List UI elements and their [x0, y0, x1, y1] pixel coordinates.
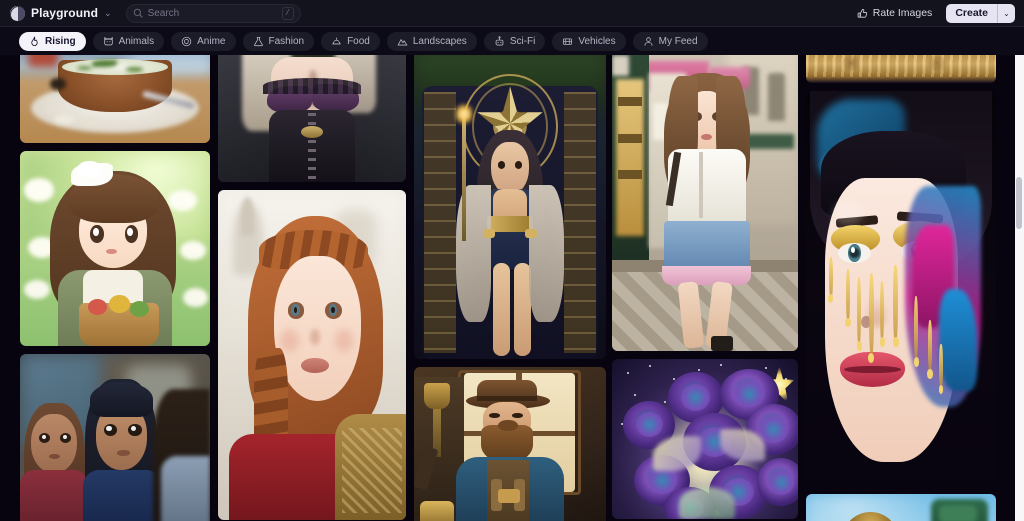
dress-icon — [253, 36, 263, 46]
playground-logo-icon — [10, 5, 25, 21]
steampunk-man-image[interactable] — [414, 367, 606, 521]
tab-vehicles[interactable]: Vehicles — [552, 31, 626, 51]
scrollbar-thumb[interactable] — [1016, 177, 1022, 229]
tab-label: Food — [347, 35, 370, 47]
thumbs-up-icon — [857, 8, 867, 18]
sorceress-staff-image[interactable] — [414, 55, 606, 359]
mountain-icon — [397, 38, 408, 45]
person-icon — [644, 36, 653, 46]
category-tabs: Rising Animals Anime Fashion Food Landscapes S… — [0, 27, 1024, 55]
robot-icon — [495, 35, 504, 45]
dark-fantasy-dress-image[interactable] — [218, 55, 406, 182]
tab-rising[interactable]: Rising — [19, 31, 86, 51]
spiral-icon — [181, 36, 192, 46]
purple-roses-image[interactable] — [612, 359, 798, 519]
search-shortcut-badge: / — [281, 6, 294, 20]
image-gallery-grid — [0, 55, 1024, 521]
create-button[interactable]: Create — [946, 4, 997, 23]
children-portrait-image[interactable] — [20, 354, 210, 521]
tab-label: Fashion — [268, 35, 305, 47]
brand-name: Playground — [31, 6, 99, 20]
gallery-column-4 — [612, 55, 798, 519]
brand-menu[interactable]: Playground ⌄ — [10, 5, 112, 21]
paris-street-woman-image[interactable] — [612, 55, 798, 351]
create-dropdown-chevron-down-icon[interactable]: ⌄ — [998, 4, 1015, 23]
app-header: Playground ⌄ Search / Rate Images Create… — [0, 0, 1024, 27]
search-icon — [133, 8, 143, 18]
tab-landscapes[interactable]: Landscapes — [386, 31, 477, 51]
creamy-soup-bowl-image[interactable] — [20, 55, 210, 143]
cat-icon — [103, 36, 113, 45]
tab-label: Landscapes — [412, 35, 467, 47]
tab-label: Animals — [118, 35, 155, 47]
search-placeholder: Search — [147, 7, 180, 19]
gallery-column-2 — [218, 55, 406, 520]
tab-label: Rising — [45, 35, 76, 47]
girl-with-basket-image[interactable] — [20, 151, 210, 346]
car-icon — [563, 37, 573, 45]
rate-images-button[interactable]: Rate Images — [853, 5, 937, 21]
redhead-braid-image[interactable] — [218, 190, 406, 520]
search-input[interactable]: Search / — [125, 3, 301, 23]
gold-paint-face-image[interactable] — [806, 91, 996, 486]
tab-my-feed[interactable]: My Feed — [632, 31, 708, 51]
sky-statue-image[interactable] — [806, 494, 996, 521]
tab-anime[interactable]: Anime — [171, 31, 236, 51]
food-icon — [332, 37, 341, 44]
tab-label: Sci-Fi — [509, 35, 536, 47]
chevron-down-icon: ⌄ — [104, 8, 112, 18]
tab-fashion[interactable]: Fashion — [242, 31, 315, 51]
tab-sci-fi[interactable]: Sci-Fi — [483, 31, 546, 51]
tab-animals[interactable]: Animals — [92, 31, 165, 51]
flame-icon — [31, 36, 38, 46]
page-scrollbar[interactable] — [1015, 55, 1024, 521]
gallery-column-1 — [20, 55, 210, 521]
golden-texture-image[interactable] — [806, 55, 996, 83]
header-actions: Rate Images Create ⌄ — [853, 3, 1015, 23]
tab-label: Anime — [197, 35, 226, 47]
tab-label: Vehicles — [578, 35, 616, 47]
gallery-column-5 — [806, 55, 996, 521]
rate-images-label: Rate Images — [872, 7, 933, 19]
tab-label: My Feed — [658, 35, 698, 47]
gallery-column-3 — [414, 55, 606, 521]
create-button-group[interactable]: Create ⌄ — [946, 3, 1015, 23]
tab-food[interactable]: Food — [321, 31, 380, 51]
